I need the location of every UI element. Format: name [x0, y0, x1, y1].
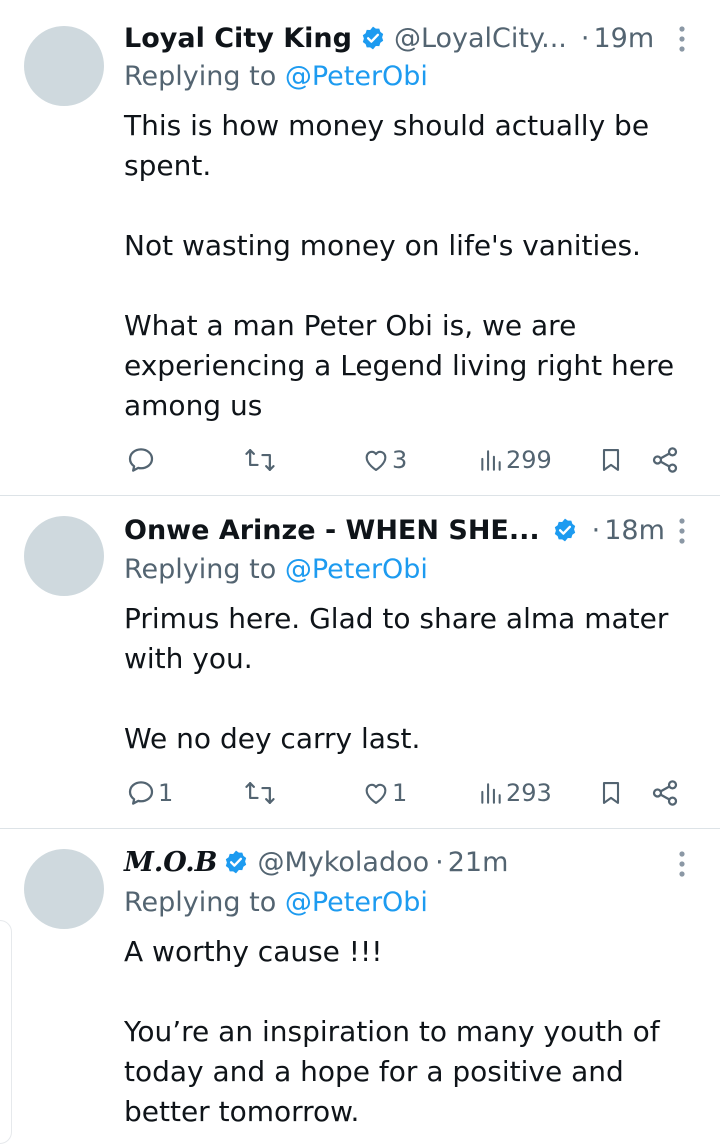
replying-to-line: Replying to @PeterObi [124, 887, 428, 918]
author-name[interactable]: M.O.B [124, 847, 217, 878]
retweet-button[interactable] [244, 438, 276, 482]
author-handle[interactable]: @Mykoladoo [257, 847, 429, 878]
verified-badge-icon [362, 26, 384, 50]
tweet-header: M.O.B @Mykoladoo · 21m [124, 842, 660, 882]
reply-button[interactable]: 1 [126, 771, 173, 815]
mention-link[interactable]: @PeterObi [285, 887, 428, 918]
reply-icon [128, 781, 154, 805]
tweet-card[interactable]: Onwe Arinze - WHEN SHE... · 18m Replying… [0, 495, 720, 829]
floating-edge-panel[interactable] [0, 920, 12, 1144]
tweet-paragraph: A worthy cause !!! [124, 935, 383, 968]
replying-to-line: Replying to @PeterObi [124, 554, 428, 585]
views-icon [481, 783, 501, 804]
views-icon [481, 450, 501, 471]
reply-count: 1 [158, 779, 174, 807]
author-name[interactable]: Onwe Arinze - WHEN SHE... [124, 515, 540, 546]
tweet-paragraph: This is how money should actually be spe… [124, 109, 650, 182]
like-count: 3 [392, 446, 408, 474]
tweet-header: Onwe Arinze - WHEN SHE... · 18m [124, 510, 665, 550]
replying-to-label: Replying to [124, 554, 277, 585]
like-icon [365, 783, 387, 804]
views-button[interactable]: 293 [478, 771, 552, 815]
replying-to-label: Replying to [124, 61, 277, 92]
tweet-card[interactable]: M.O.B @Mykoladoo · 21m Replying to @Pete… [0, 828, 720, 1142]
bookmark-icon [602, 782, 620, 804]
view-count: 299 [506, 446, 552, 474]
like-button[interactable]: 1 [362, 771, 407, 815]
retweet-icon [245, 449, 275, 471]
separator-dot: · [580, 22, 590, 54]
bookmark-button[interactable] [597, 438, 625, 482]
avatar[interactable] [24, 26, 104, 106]
separator-dot: · [435, 846, 444, 878]
tweet-text: This is how money should actually be spe… [124, 106, 694, 426]
action-bar: 3 299 [0, 438, 720, 482]
retweet-button[interactable] [244, 771, 276, 815]
mention-link[interactable]: @PeterObi [285, 61, 428, 92]
like-count: 1 [392, 779, 408, 807]
verified-badge-icon [226, 850, 247, 874]
tweet-paragraph: We no dey carry last. [124, 722, 421, 755]
tweet-text: Primus here. Glad to share alma mater wi… [124, 599, 694, 759]
mention-link[interactable]: @PeterObi [285, 554, 428, 585]
separator-dot: · [591, 514, 601, 546]
tweet-header: Loyal City King @LoyalCity... · 19m [124, 18, 660, 58]
more-options-icon[interactable] [672, 21, 692, 57]
replying-to-line: Replying to @PeterObi [124, 61, 428, 92]
paragraph-spacer [124, 679, 694, 719]
more-options-icon[interactable] [672, 846, 692, 882]
tweet-paragraph: Primus here. Glad to share alma mater wi… [124, 602, 669, 675]
action-bar: 1 1 293 [0, 771, 720, 815]
share-icon [652, 780, 678, 806]
bookmark-button[interactable] [597, 771, 625, 815]
tweet-paragraph: What a man Peter Obi is, we are experien… [124, 309, 675, 422]
tweet-paragraph: You’re an inspiration to many youth of t… [124, 1015, 660, 1128]
retweet-icon [245, 782, 275, 804]
like-icon [365, 450, 387, 471]
tweet-card[interactable]: Loyal City King @LoyalCity... · 19m Repl… [0, 0, 720, 496]
paragraph-spacer [124, 972, 694, 1012]
bookmark-icon [602, 449, 620, 471]
share-button[interactable] [650, 771, 680, 815]
tweet-text: A worthy cause !!! You’re an inspiration… [124, 932, 694, 1132]
timestamp[interactable]: 18m [604, 515, 665, 546]
replying-to-label: Replying to [124, 887, 277, 918]
share-button[interactable] [650, 438, 680, 482]
timestamp[interactable]: 21m [448, 847, 509, 878]
paragraph-spacer [124, 186, 694, 226]
like-button[interactable]: 3 [362, 438, 407, 482]
views-button[interactable]: 299 [478, 438, 552, 482]
timestamp[interactable]: 19m [593, 23, 654, 54]
more-options-icon[interactable] [672, 513, 692, 549]
reply-button[interactable] [126, 438, 156, 482]
avatar[interactable] [24, 516, 104, 596]
share-icon [652, 447, 678, 473]
tweet-paragraph: Not wasting money on life's vanities. [124, 229, 641, 262]
paragraph-spacer [124, 266, 694, 306]
author-handle[interactable]: @LoyalCity... [394, 23, 567, 54]
reply-icon [128, 448, 154, 472]
author-name[interactable]: Loyal City King [124, 23, 352, 54]
avatar[interactable] [24, 849, 104, 929]
view-count: 293 [506, 779, 552, 807]
verified-badge-icon [554, 518, 575, 542]
